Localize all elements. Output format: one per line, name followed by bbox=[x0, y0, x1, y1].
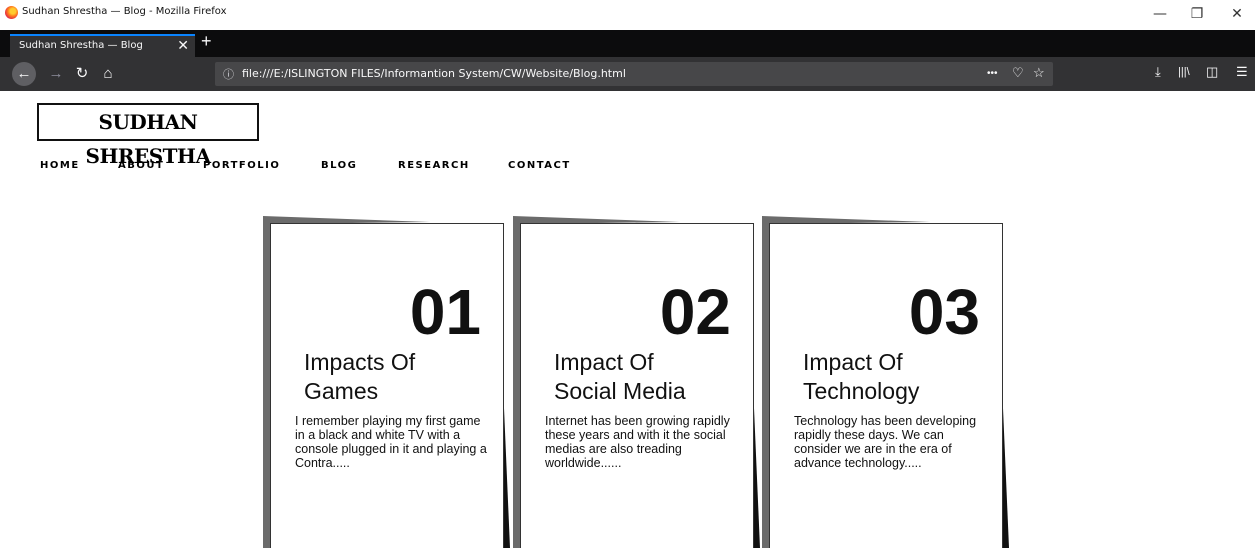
card-number: 01 bbox=[409, 276, 481, 348]
card-title-line: Impacts Of bbox=[304, 349, 416, 375]
card-3-right-shadow bbox=[1002, 385, 1009, 548]
card-title-line: Technology bbox=[803, 378, 920, 404]
card-2-right-shadow bbox=[753, 385, 760, 548]
card-number: 03 bbox=[908, 276, 980, 348]
card-excerpt: I remember playing my first game in a bl… bbox=[295, 414, 487, 470]
card-excerpt: Technology has been developing rapidly t… bbox=[794, 414, 977, 470]
card-1-right-shadow bbox=[503, 385, 510, 548]
card-title-line: Social Media bbox=[554, 378, 686, 404]
card-title-line: Games bbox=[304, 378, 379, 404]
card-title: Impact Of Technology bbox=[803, 348, 993, 406]
card-title: Impacts Of Games bbox=[304, 348, 494, 406]
blog-card-games[interactable]: 01 Impacts Of Games I remember playing m… bbox=[270, 223, 504, 548]
card-title-line: Impact Of bbox=[803, 349, 903, 375]
card-excerpt: Internet has been growing rapidly these … bbox=[545, 414, 730, 470]
card-title: Impact Of Social Media bbox=[554, 348, 744, 406]
card-number: 02 bbox=[659, 276, 731, 348]
card-title-line: Impact Of bbox=[554, 349, 654, 375]
blog-card-social-media[interactable]: 02 Impact Of Social Media Internet has b… bbox=[520, 223, 754, 548]
blog-card-technology[interactable]: 03 Impact Of Technology Technology has b… bbox=[769, 223, 1003, 548]
